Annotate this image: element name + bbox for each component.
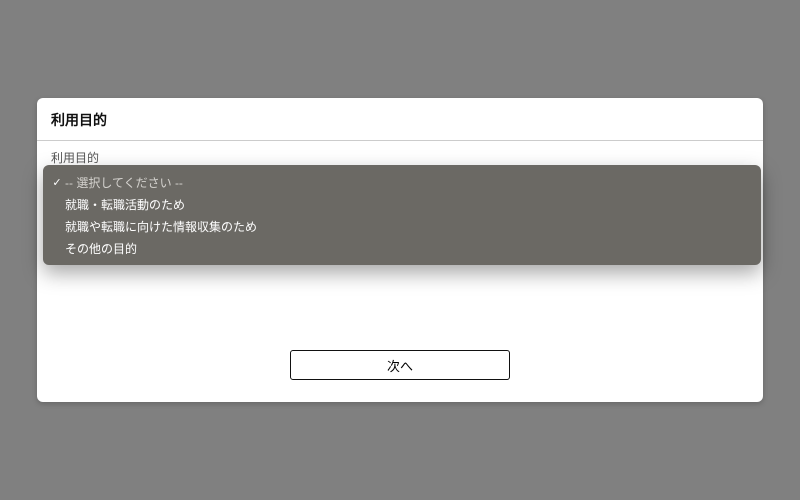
card-header: 利用目的 [37, 98, 763, 141]
purpose-card: 利用目的 利用目的 ✓ -- 選択してください -- 就職・転職活動のため 就職… [37, 98, 763, 402]
check-icon: ✓ [49, 176, 65, 189]
dropdown-option[interactable]: 就職や転職に向けた情報収集のため [43, 215, 761, 237]
card-title: 利用目的 [51, 110, 749, 130]
next-button-label: 次へ [387, 356, 413, 375]
dropdown-option[interactable]: 就職・転職活動のため [43, 193, 761, 215]
purpose-dropdown: ✓ -- 選択してください -- 就職・転職活動のため 就職や転職に向けた情報収… [43, 165, 761, 265]
dropdown-option-label: 就職・転職活動のため [65, 196, 185, 213]
dropdown-option-placeholder[interactable]: ✓ -- 選択してください -- [43, 171, 761, 193]
next-button[interactable]: 次へ [290, 350, 510, 380]
field-label-purpose: 利用目的 [51, 149, 749, 166]
form-area: 利用目的 ✓ -- 選択してください -- 就職・転職活動のため 就職や転職に向… [37, 141, 763, 197]
dropdown-option[interactable]: その他の目的 [43, 237, 761, 259]
dropdown-option-label: 就職や転職に向けた情報収集のため [65, 218, 257, 235]
dropdown-option-label: その他の目的 [65, 240, 137, 257]
dropdown-option-label: -- 選択してください -- [65, 174, 183, 191]
card-footer: 次へ [37, 350, 763, 402]
